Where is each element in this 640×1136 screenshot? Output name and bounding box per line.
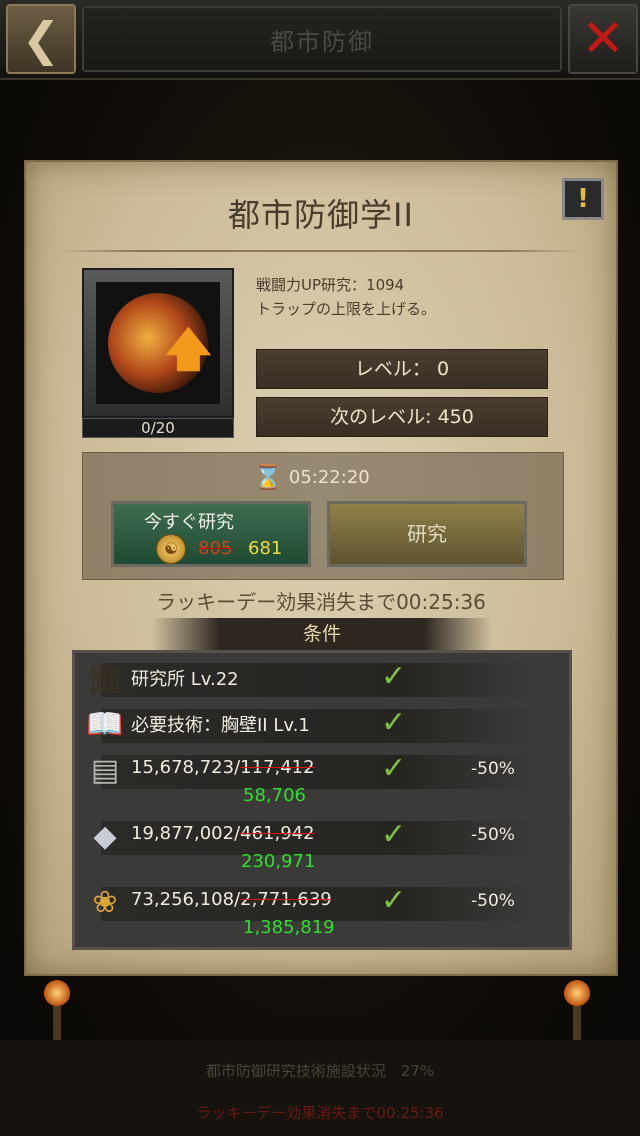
requirement-original: 461,942 bbox=[240, 823, 315, 844]
torch-right-icon bbox=[562, 980, 592, 1040]
check-icon: ✓ bbox=[381, 659, 407, 694]
requirement-discounted: 230,971 bbox=[241, 851, 316, 872]
current-level: レベル： 0 bbox=[256, 349, 548, 389]
check-icon: ✓ bbox=[381, 705, 407, 740]
research-panel: ⌛ 05:22:20 今すぐ研究 ☯ 805 681 研究 bbox=[82, 452, 564, 580]
research-dialog: 都市防御学II ! 🡅 0/20 戦闘力UP研究：1094 トラップの上限を上げ… bbox=[24, 160, 618, 976]
check-icon: ✓ bbox=[381, 751, 407, 786]
resource-amount: 73,256,108/2,771,639 bbox=[131, 889, 332, 910]
conditions-list: 🏛 研究所 Lv.22 ✓ 📖 必要技術：胸壁II Lv.1 ✓ ▤ 15,67… bbox=[72, 650, 572, 950]
check-icon: ✓ bbox=[381, 883, 407, 918]
discount-badge: -50% bbox=[471, 825, 515, 845]
timer-text: 05:22:20 bbox=[288, 466, 370, 488]
effect-description: トラップの上限を上げる。 bbox=[256, 300, 437, 318]
up-arrow-icon: 🡅 bbox=[164, 322, 212, 376]
info-button[interactable]: ! bbox=[562, 178, 604, 220]
top-bar: ❮ 都市防御 ✕ bbox=[0, 0, 640, 80]
iron-ore-icon: ◆ bbox=[93, 819, 117, 854]
exclamation-icon: ! bbox=[577, 184, 589, 214]
hourglass-icon: ⌛ bbox=[253, 463, 283, 491]
discount-badge: -50% bbox=[471, 891, 515, 911]
wheat-icon: ❀ bbox=[92, 885, 118, 920]
lab-building-icon: 🏛 bbox=[85, 661, 125, 696]
resource-amount: 19,877,002/461,942 bbox=[131, 823, 315, 844]
lucky-day-text: ラッキーデー効果消失まで00:25:36 bbox=[156, 590, 486, 614]
research-now-label: 今すぐ研究 bbox=[144, 512, 234, 533]
dialog-title: 都市防御学II bbox=[228, 196, 414, 234]
book-icon: 📖 bbox=[86, 707, 124, 742]
back-arrow-icon: ❮ bbox=[21, 12, 61, 66]
close-icon: ✕ bbox=[581, 9, 625, 69]
research-timer: ⌛ 05:22:20 bbox=[253, 459, 370, 495]
title-divider bbox=[56, 250, 586, 252]
price-discounted: 681 bbox=[248, 538, 283, 559]
requirement-discounted: 58,706 bbox=[243, 785, 306, 806]
research-now-button[interactable]: 今すぐ研究 ☯ 805 681 bbox=[111, 501, 311, 567]
requirement-original: 117,412 bbox=[240, 757, 315, 778]
requirement-original: 2,771,639 bbox=[240, 889, 332, 910]
next-level: 次のレベル: 450 bbox=[256, 397, 548, 437]
background-status-text: 都市防御研究技術施設状況 27% bbox=[205, 1062, 435, 1080]
conditions-title: 条件 bbox=[152, 618, 492, 650]
background-footer: 都市防御研究技術施設状況 27% ラッキーデー効果消失まで00:25:36 bbox=[0, 1040, 640, 1136]
screen-title: 都市防御 bbox=[82, 6, 562, 72]
gold-coin-icon: ☯ bbox=[156, 534, 186, 564]
price-original: 805 bbox=[198, 538, 233, 559]
torch-left-icon bbox=[42, 980, 72, 1040]
requirement-discounted: 1,385,819 bbox=[243, 917, 335, 938]
check-icon: ✓ bbox=[381, 817, 407, 852]
resource-amount: 15,678,723/117,412 bbox=[131, 757, 315, 778]
discount-badge: -50% bbox=[471, 759, 515, 779]
research-progress: 0/20 bbox=[82, 418, 234, 438]
research-icon-frame: 🡅 bbox=[82, 268, 234, 418]
stone-icon: ▤ bbox=[90, 753, 120, 788]
background-lucky-text: ラッキーデー効果消失まで00:25:36 bbox=[196, 1104, 444, 1122]
condition-text: 必要技術：胸壁II Lv.1 bbox=[131, 715, 310, 736]
power-up-text: 戦闘力UP研究：1094 bbox=[256, 276, 405, 294]
back-button[interactable]: ❮ bbox=[6, 4, 76, 74]
close-button[interactable]: ✕ bbox=[568, 4, 638, 74]
condition-text: 研究所 Lv.22 bbox=[131, 669, 239, 690]
research-button[interactable]: 研究 bbox=[327, 501, 527, 567]
